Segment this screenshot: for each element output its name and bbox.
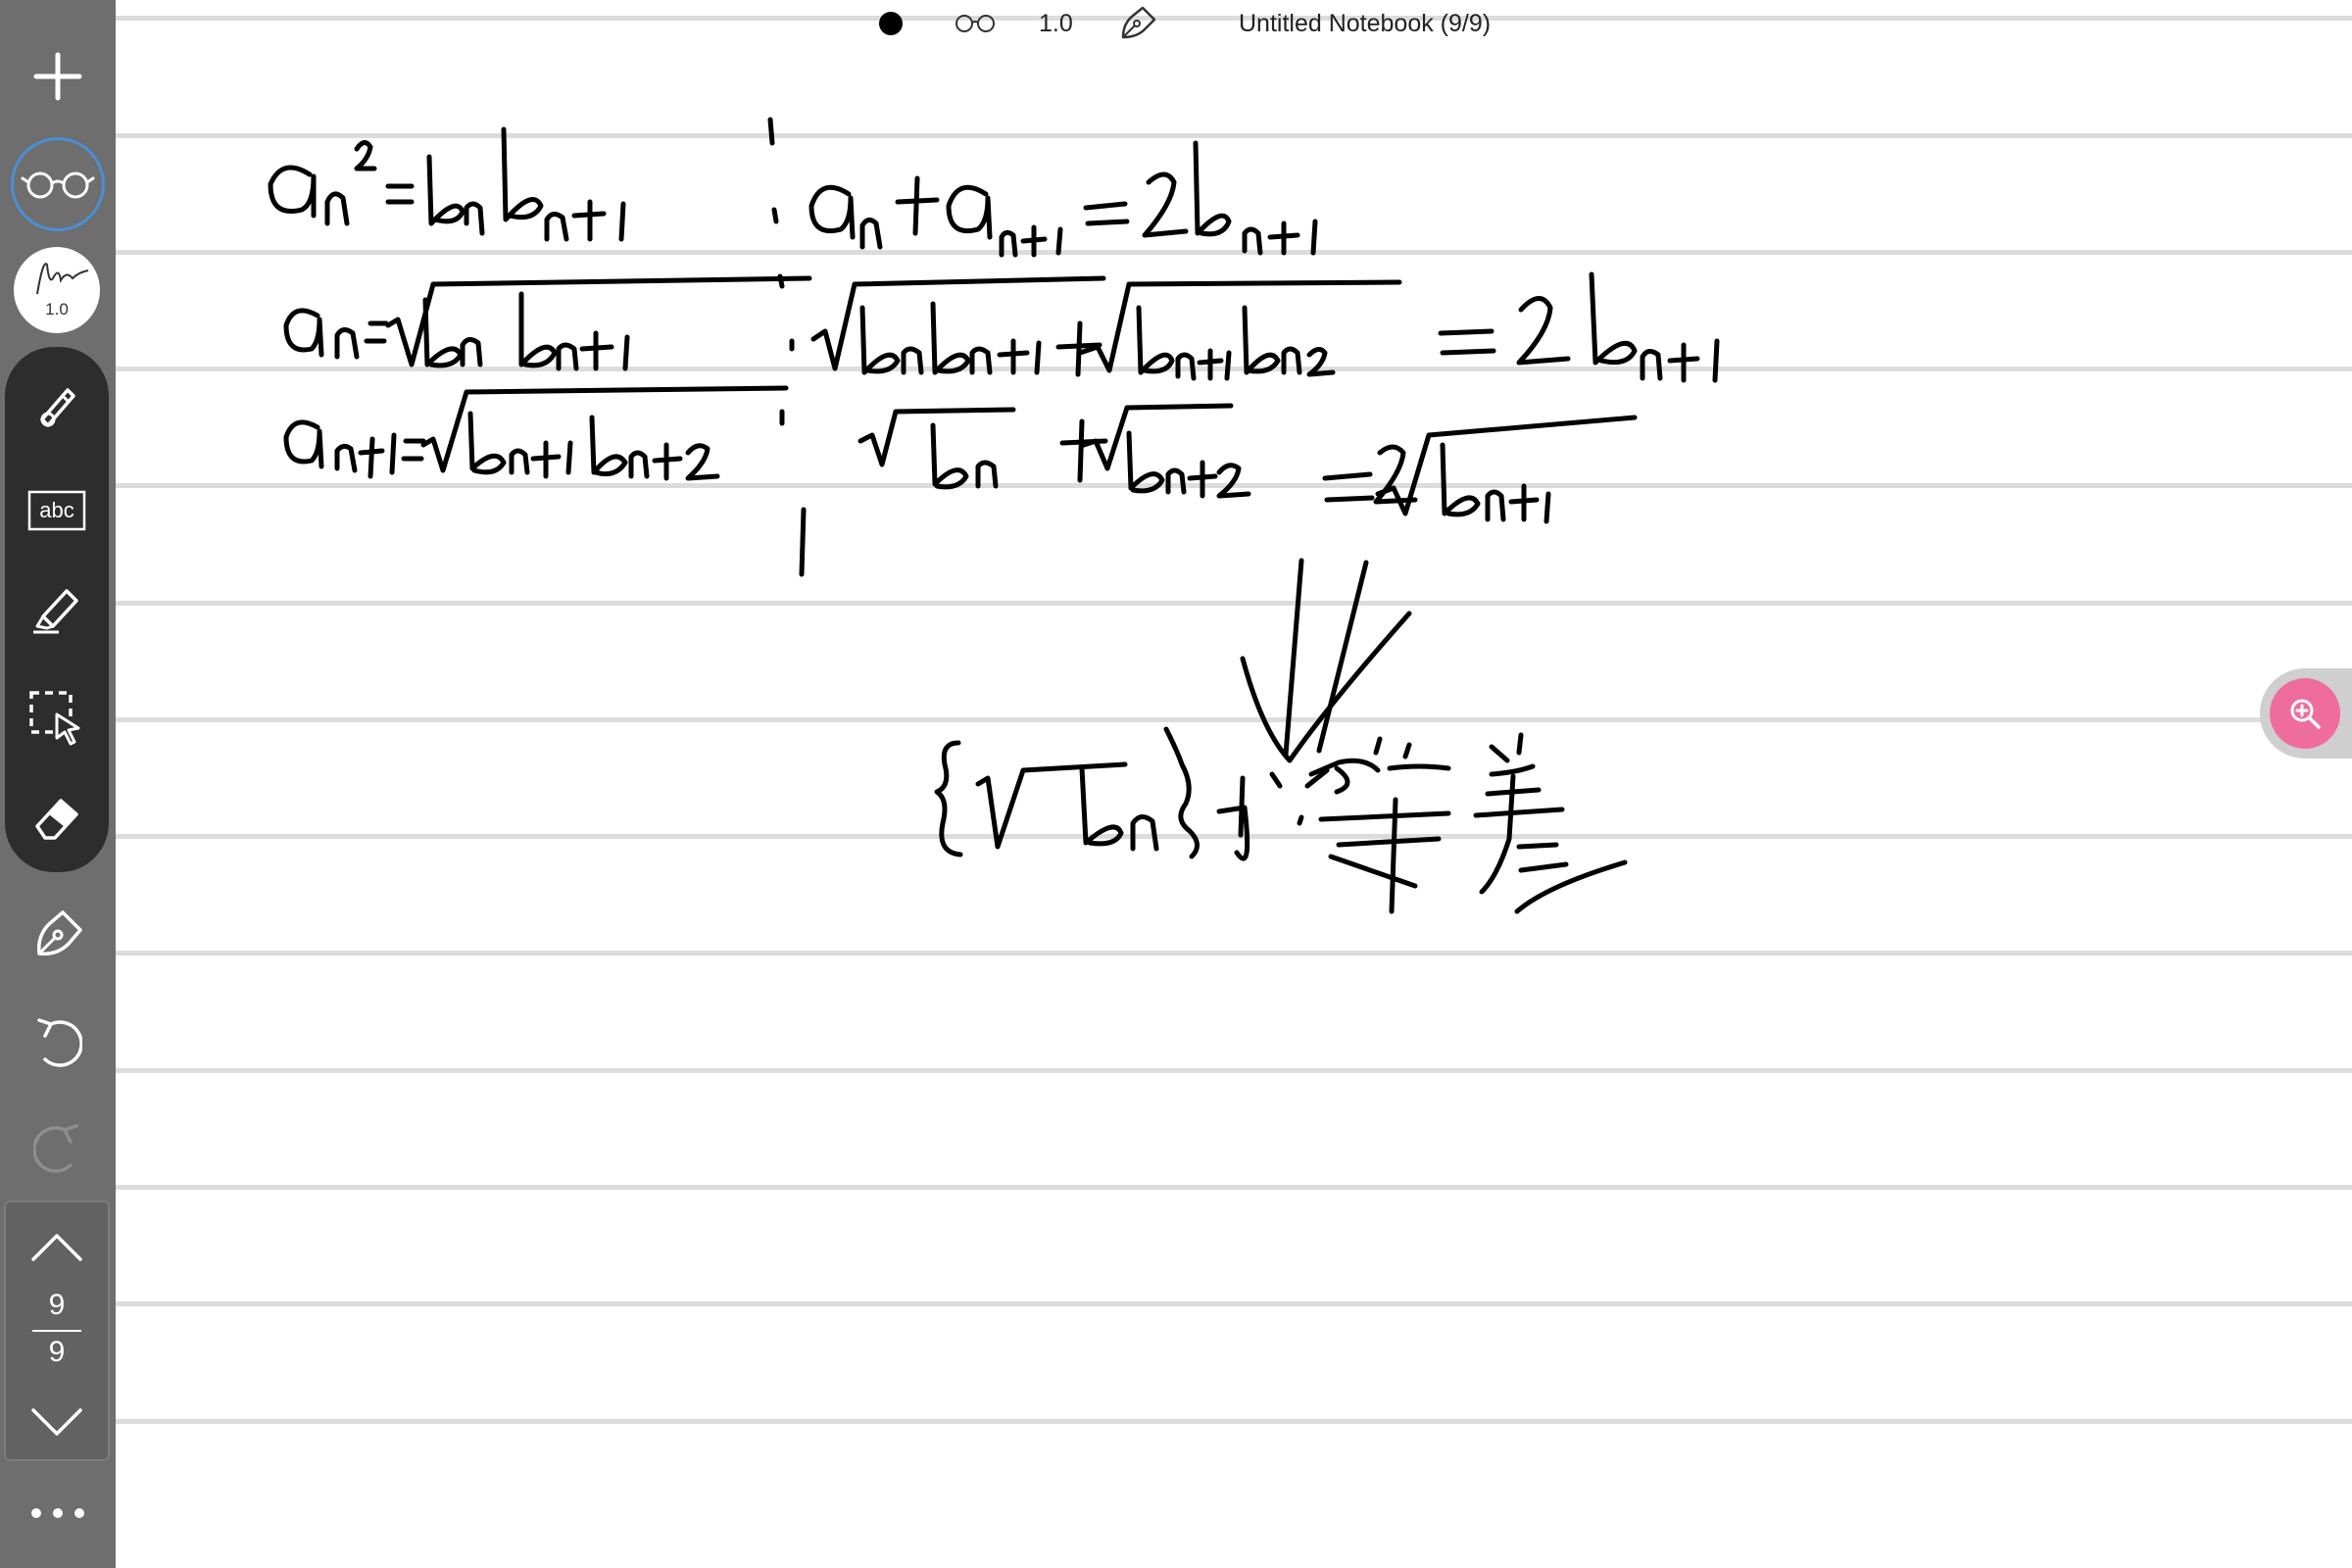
zoom-fab-circle	[2270, 678, 2340, 749]
add-page-button[interactable]	[0, 29, 116, 123]
left-toolbar: 1.0 abc 9 9	[0, 0, 116, 1568]
zoom-in-icon	[2290, 699, 2321, 729]
current-page-number: 9	[48, 1289, 66, 1321]
chevron-down-icon	[31, 1408, 82, 1436]
more-options-button[interactable]	[0, 1486, 116, 1541]
undo-button[interactable]	[0, 996, 116, 1090]
eraser-tool-button[interactable]	[5, 774, 109, 862]
fountain-pen-icon	[36, 910, 82, 956]
plus-icon	[33, 52, 82, 101]
highlighter-tool-button[interactable]	[5, 564, 109, 653]
eraser-icon	[35, 799, 78, 840]
notebook-page[interactable]	[116, 0, 2352, 1568]
text-tool-button[interactable]: abc	[5, 466, 109, 555]
ink-arithmetic-sequence-note	[934, 726, 1628, 914]
text-box-icon: abc	[27, 490, 86, 531]
zoom-toggle-button[interactable]	[2260, 668, 2352, 759]
ink-arrow-down	[1240, 558, 1412, 763]
zoom-level: 1.0	[1039, 6, 1073, 41]
undo-icon	[37, 1018, 82, 1067]
svg-text:abc: abc	[39, 498, 74, 522]
ink-equation-3	[283, 275, 812, 371]
ink-divider	[767, 117, 807, 577]
ink-equation-2	[808, 140, 1318, 258]
black-dot-icon	[879, 12, 903, 35]
ink-equation-1	[268, 126, 626, 242]
next-page-button[interactable]	[6, 1395, 108, 1449]
tool-panel: abc	[5, 347, 109, 872]
notebook-app: 1.0 abc 9 9 1.0 Untitled Notebook (9/9)	[0, 0, 2352, 1568]
top-status-bar: 1.0 Untitled Notebook (9/9)	[116, 0, 2352, 47]
notebook-title: Untitled Notebook (9/9)	[1239, 6, 1491, 41]
pen-settings-button[interactable]	[0, 888, 116, 982]
read-mode-ring	[11, 137, 105, 231]
read-mode-indicator[interactable]	[953, 6, 998, 41]
fountain-pen-icon	[1121, 6, 1156, 39]
ink-equation-6	[858, 403, 1638, 524]
pen-indicator[interactable]	[1119, 6, 1158, 41]
redo-button[interactable]	[0, 1102, 116, 1196]
signature-stroke-icon	[36, 263, 89, 295]
lasso-tool-button[interactable]	[5, 674, 109, 762]
ink-color-button[interactable]	[878, 6, 904, 41]
total-page-number: 9	[48, 1336, 66, 1368]
ink-equation-5	[283, 385, 789, 481]
glasses-icon	[21, 172, 95, 199]
pen-width-label: 1.0	[45, 300, 69, 318]
highlighter-icon	[33, 589, 78, 634]
lasso-select-icon	[29, 691, 80, 746]
pen-icon	[40, 388, 75, 427]
ink-equation-4	[810, 271, 1720, 383]
pen-tool-button[interactable]	[5, 361, 109, 449]
page-navigator: 9 9	[4, 1200, 110, 1461]
previous-page-button[interactable]	[6, 1220, 108, 1275]
handwriting-ink	[268, 117, 1720, 914]
doc-title: Untitled Notebook (9/9)	[1239, 9, 1492, 37]
chevron-up-icon	[31, 1234, 82, 1261]
more-dots-icon	[31, 1508, 84, 1518]
read-mode-button[interactable]	[0, 135, 116, 233]
page-fraction-divider	[32, 1330, 81, 1332]
redo-icon	[33, 1124, 78, 1173]
zoom-value: 1.0	[1039, 9, 1073, 37]
pen-width-preview[interactable]: 1.0	[14, 247, 100, 333]
glasses-icon	[956, 15, 995, 32]
